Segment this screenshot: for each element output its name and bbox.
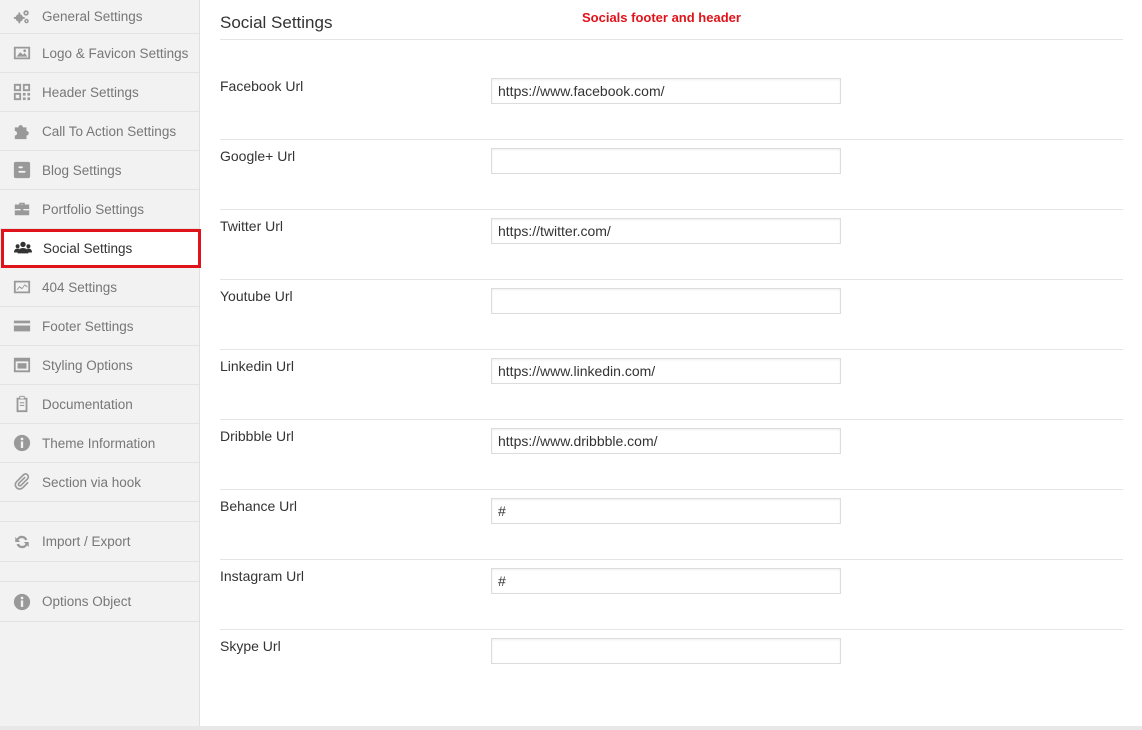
googleplus-url-label: Google+ Url: [220, 148, 296, 164]
field-row-behance: Behance Url: [220, 490, 1123, 560]
twitter-url-input[interactable]: [491, 218, 841, 244]
field-row-googleplus: Google+ Url: [220, 140, 1123, 210]
facebook-url-label: Facebook Url: [220, 78, 304, 94]
puzzle-icon: [12, 122, 31, 141]
chart-icon: [12, 278, 31, 297]
image-icon: [12, 44, 31, 63]
info-icon: [12, 592, 31, 611]
skype-url-input[interactable]: [491, 638, 841, 664]
blogger-icon: [12, 161, 31, 180]
sidebar-item-footer-settings[interactable]: Footer Settings: [0, 307, 199, 346]
instagram-url-input[interactable]: [491, 568, 841, 594]
linkedin-url-label: Linkedin Url: [220, 358, 294, 374]
sidebar-item-header-settings[interactable]: Header Settings: [0, 73, 199, 112]
page-title: Social Settings: [220, 13, 333, 32]
tools-menu: Import / Export: [0, 522, 199, 562]
sidebar-item-label: Logo & Favicon Settings: [42, 45, 189, 61]
sidebar-item-label: Documentation: [42, 396, 133, 412]
linkedin-url-input[interactable]: [491, 358, 841, 384]
sidebar-item-documentation[interactable]: Documentation: [0, 385, 199, 424]
sidebar: General Settings Logo & Favicon Settings…: [0, 0, 201, 730]
sidebar-item-label: Import / Export: [42, 534, 131, 549]
sidebar-item-404-settings[interactable]: 404 Settings: [0, 268, 199, 307]
sidebar-item-label: Call To Action Settings: [42, 123, 177, 139]
sidebar-item-blog-settings[interactable]: Blog Settings: [0, 151, 199, 190]
object-menu: Options Object: [0, 582, 199, 622]
field-row-youtube: Youtube Url: [220, 280, 1123, 350]
window-icon: [12, 356, 31, 375]
facebook-url-input[interactable]: [491, 78, 841, 104]
users-icon: [13, 239, 32, 258]
dribbble-url-label: Dribbble Url: [220, 428, 294, 444]
settings-panel: Social Settings Socials footer and heade…: [200, 0, 1142, 726]
instagram-url-label: Instagram Url: [220, 568, 305, 584]
sidebar-item-general-settings[interactable]: General Settings: [0, 0, 199, 34]
field-row-linkedin: Linkedin Url: [220, 350, 1123, 420]
sidebar-item-label: Options Object: [42, 594, 132, 609]
sidebar-item-label: Footer Settings: [42, 318, 134, 334]
panel-header: Social Settings Socials footer and heade…: [220, 0, 1123, 40]
sidebar-item-label: Styling Options: [42, 357, 133, 373]
sidebar-item-logo-favicon-settings[interactable]: Logo & Favicon Settings: [0, 34, 199, 73]
sidebar-item-call-to-action-settings[interactable]: Call To Action Settings: [0, 112, 199, 151]
sidebar-item-options-object[interactable]: Options Object: [0, 582, 199, 622]
qrcode-icon: [12, 83, 31, 102]
info-icon: [12, 434, 31, 453]
googleplus-url-input[interactable]: [491, 148, 841, 174]
field-row-instagram: Instagram Url: [220, 560, 1123, 630]
sidebar-item-import-export[interactable]: Import / Export: [0, 522, 199, 562]
field-row-twitter: Twitter Url: [220, 210, 1123, 280]
field-row-skype: Skype Url: [220, 630, 1123, 700]
sidebar-item-label: Section via hook: [42, 474, 142, 490]
briefcase-icon: [12, 200, 31, 219]
dribbble-url-input[interactable]: [491, 428, 841, 454]
sidebar-item-label: Portfolio Settings: [42, 201, 145, 217]
refresh-icon: [12, 532, 31, 551]
sidebar-item-label: Theme Information: [42, 435, 156, 451]
sidebar-item-label: Header Settings: [42, 84, 139, 100]
gears-icon: [12, 7, 31, 26]
behance-url-input[interactable]: [491, 498, 841, 524]
clipboard-icon: [12, 395, 31, 414]
paperclip-icon: [12, 473, 31, 492]
youtube-url-label: Youtube Url: [220, 288, 293, 304]
sidebar-item-portfolio-settings[interactable]: Portfolio Settings: [0, 190, 199, 229]
menu-divider: [0, 502, 199, 522]
sidebar-item-label: Blog Settings: [42, 162, 122, 178]
sidebar-item-label: General Settings: [42, 9, 143, 24]
sidebar-item-styling-options[interactable]: Styling Options: [0, 346, 199, 385]
menu-divider: [0, 562, 199, 582]
sidebar-item-section-via-hook[interactable]: Section via hook: [0, 463, 199, 502]
twitter-url-label: Twitter Url: [220, 218, 283, 234]
sidebar-item-social-settings[interactable]: Social Settings: [1, 229, 201, 268]
bottom-border: [0, 726, 1142, 730]
behance-url-label: Behance Url: [220, 498, 298, 514]
sidebar-item-label: 404 Settings: [42, 279, 118, 295]
settings-menu: General Settings Logo & Favicon Settings…: [0, 0, 201, 502]
annotation-note: Socials footer and header: [582, 10, 741, 25]
skype-url-label: Skype Url: [220, 638, 281, 654]
field-row-facebook: Facebook Url: [220, 70, 1123, 140]
youtube-url-input[interactable]: [491, 288, 841, 314]
credit-card-icon: [12, 317, 31, 336]
field-row-dribbble: Dribbble Url: [220, 420, 1123, 490]
sidebar-item-label: Social Settings: [43, 240, 133, 256]
sidebar-item-theme-information[interactable]: Theme Information: [0, 424, 199, 463]
